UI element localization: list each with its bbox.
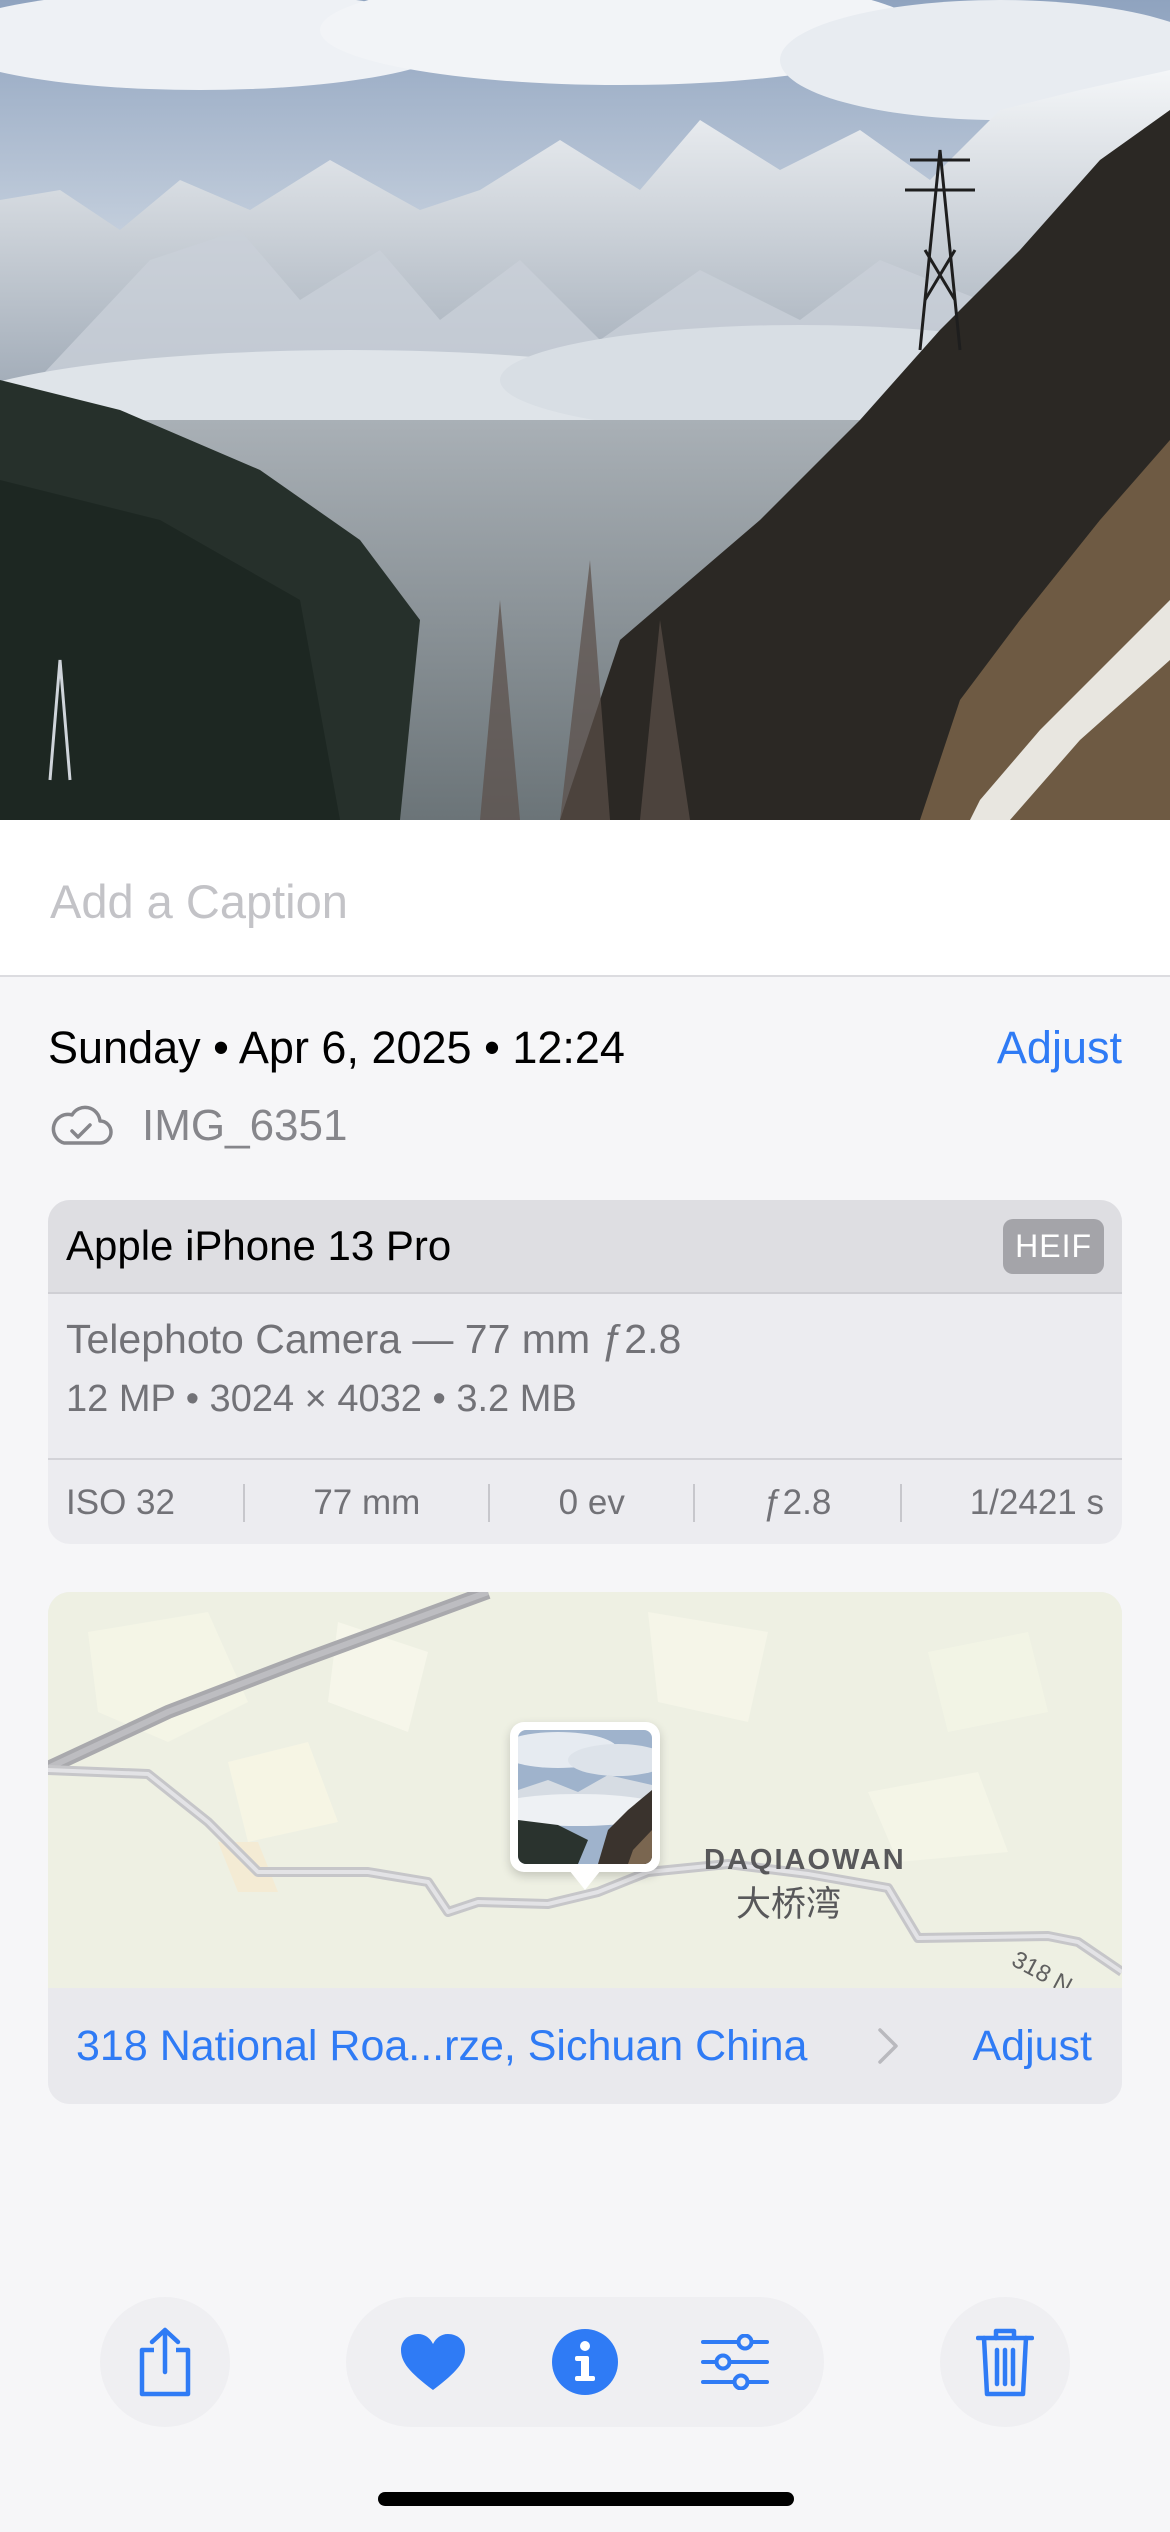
aperture-value: ƒ2.8 [763, 1483, 832, 1522]
photo-actions-group [346, 2297, 824, 2427]
heart-icon [401, 2334, 465, 2390]
share-icon [139, 2327, 191, 2397]
map-place-label: DAQIAOWAN [704, 1844, 906, 1876]
camera-header: Apple iPhone 13 Pro HEIF [48, 1200, 1122, 1294]
divider [899, 1484, 902, 1522]
location-map-card[interactable]: DAQIAOWAN 大桥湾 318 N 318 National Roa...r… [48, 1592, 1122, 2104]
file-info: IMG_6351 [48, 1098, 347, 1154]
location-bar: 318 National Roa...rze, Sichuan China Ad… [48, 1988, 1122, 2104]
focal-length-value: 77 mm [313, 1483, 421, 1522]
delete-button[interactable] [940, 2297, 1070, 2427]
divider [243, 1484, 246, 1522]
file-name: IMG_6351 [142, 1101, 348, 1150]
photo-date: Sunday • Apr 6, 2025 • 12:24 [48, 1022, 625, 1073]
edit-button[interactable] [700, 2327, 770, 2397]
trash-icon [976, 2328, 1034, 2397]
lens-info: Telephoto Camera — 77 mm ƒ2.8 [66, 1316, 682, 1362]
iso-value: ISO 32 [66, 1483, 175, 1522]
icloud-icon [51, 1105, 113, 1145]
mountain-photo [0, 0, 1170, 820]
home-indicator[interactable] [378, 2492, 794, 2506]
chevron-right-icon [878, 2028, 898, 2064]
divider [48, 1458, 1122, 1460]
info-icon [552, 2329, 618, 2395]
photo-location-pin[interactable] [510, 1722, 660, 1890]
photo-view[interactable] [0, 0, 1170, 820]
map-view[interactable]: DAQIAOWAN 大桥湾 318 N [48, 1592, 1122, 2000]
pin-pointer [569, 1870, 601, 1890]
photo-thumbnail [518, 1730, 652, 1864]
camera-info-card: Apple iPhone 13 Pro HEIF Telephoto Camer… [48, 1200, 1122, 1544]
image-specs: 12 MP • 3024 × 4032 • 3.2 MB [66, 1378, 577, 1420]
caption-section [0, 820, 1170, 977]
exposure-value: 0 ev [558, 1483, 625, 1522]
map-place-label-chinese: 大桥湾 [736, 1885, 842, 1924]
exif-stats: ISO 32 77 mm 0 ev ƒ2.8 1/2421 s [66, 1462, 1104, 1544]
shutter-speed-value: 1/2421 s [969, 1483, 1104, 1522]
location-address-link[interactable]: 318 National Roa...rze, Sichuan China [76, 2022, 807, 2071]
divider [693, 1484, 696, 1522]
divider [488, 1484, 491, 1522]
adjust-date-button[interactable]: Adjust [997, 1022, 1122, 1074]
caption-input[interactable] [48, 870, 1112, 932]
camera-model: Apple iPhone 13 Pro [66, 1222, 452, 1269]
format-badge: HEIF [1003, 1218, 1104, 1274]
info-button[interactable] [550, 2327, 620, 2397]
share-button[interactable] [100, 2297, 230, 2427]
favorite-button[interactable] [398, 2327, 468, 2397]
adjust-location-button[interactable]: Adjust [972, 2022, 1092, 2071]
sliders-icon [701, 2334, 769, 2390]
